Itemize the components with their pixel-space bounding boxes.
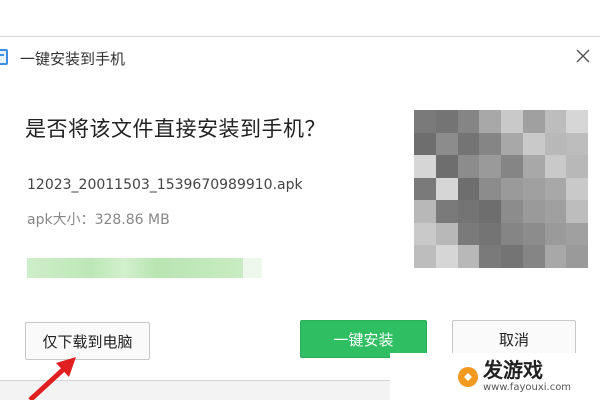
qr-pixel (479, 132, 501, 156)
dialog-titlebar: 一键安装到手机 (0, 37, 600, 77)
qr-pixel (522, 177, 545, 201)
qr-pixel (544, 132, 567, 156)
qr-pixel (435, 245, 458, 268)
install-question: 是否将该文件直接安装到手机？ (25, 117, 326, 141)
qr-pixel (566, 155, 588, 178)
qr-pixel (457, 110, 480, 133)
qr-pixel (435, 222, 458, 246)
background-window-strip (0, 0, 600, 36)
qr-pixel (479, 222, 501, 246)
qr-pixel (544, 110, 567, 133)
qr-pixel (522, 200, 545, 223)
qr-pixel (501, 245, 523, 268)
watermark-url: www.fayouxi.com (483, 382, 572, 393)
qr-pixel (457, 155, 480, 178)
qr-pixel (435, 155, 458, 178)
qr-pixel (566, 200, 588, 223)
app-icon (0, 49, 8, 65)
watermark-logo-icon (458, 366, 478, 387)
qr-pixel (501, 200, 523, 223)
qr-pixel (566, 132, 588, 156)
site-watermark: 发游戏 www.fayouxi.com (390, 353, 600, 400)
qr-pixel (522, 222, 545, 246)
qr-pixel (435, 110, 458, 133)
qr-pixel (479, 245, 501, 268)
qr-pixel (414, 155, 436, 178)
qr-pixel (457, 177, 480, 201)
qr-pixel (414, 222, 436, 246)
qr-pixel (414, 245, 436, 268)
qr-pixel (479, 200, 501, 223)
qr-pixel (566, 222, 588, 246)
qr-pixel (544, 200, 567, 223)
qr-pixel (522, 155, 545, 178)
close-icon (576, 49, 590, 63)
qr-code-image (414, 110, 588, 268)
qr-pixel (566, 245, 588, 268)
qr-pixel (479, 155, 501, 178)
qr-pixel (544, 245, 567, 268)
qr-pixel (414, 132, 436, 156)
qr-pixel (435, 200, 458, 223)
download-progress-bar (27, 258, 262, 278)
qr-pixel (501, 132, 523, 156)
qr-pixel (457, 245, 480, 268)
watermark-name: 发游戏 (483, 358, 543, 382)
qr-pixel (501, 110, 523, 133)
qr-pixel (501, 177, 523, 201)
dialog-title: 一键安装到手机 (20, 50, 126, 68)
qr-pixel (544, 222, 567, 246)
qr-pixel (544, 177, 567, 201)
install-dialog: 一键安装到手机 是否将该文件直接安装到手机？ 12023_20011503_15… (0, 37, 600, 381)
file-name: 12023_20011503_1539670989910.apk (27, 177, 303, 193)
qr-pixel (544, 155, 567, 178)
qr-pixel (479, 110, 501, 133)
qr-pixel (457, 200, 480, 223)
qr-pixel (457, 222, 480, 246)
close-button[interactable] (572, 45, 594, 67)
red-arrow-annotation (28, 357, 76, 400)
file-size: apk大小：328.86 MB (27, 212, 170, 228)
qr-pixel (501, 155, 523, 178)
qr-pixel (522, 132, 545, 156)
qr-pixel (566, 110, 588, 133)
qr-pixel (414, 200, 436, 223)
qr-pixel (501, 222, 523, 246)
qr-pixel (566, 177, 588, 201)
progress-fill (27, 258, 244, 278)
qr-pixel (435, 177, 458, 201)
qr-pixel (522, 245, 545, 268)
qr-pixel (479, 177, 501, 201)
qr-pixel (414, 177, 436, 201)
qr-pixel (435, 132, 458, 156)
qr-pixel (522, 110, 545, 133)
qr-pixel (457, 132, 480, 156)
qr-pixel (414, 110, 436, 133)
